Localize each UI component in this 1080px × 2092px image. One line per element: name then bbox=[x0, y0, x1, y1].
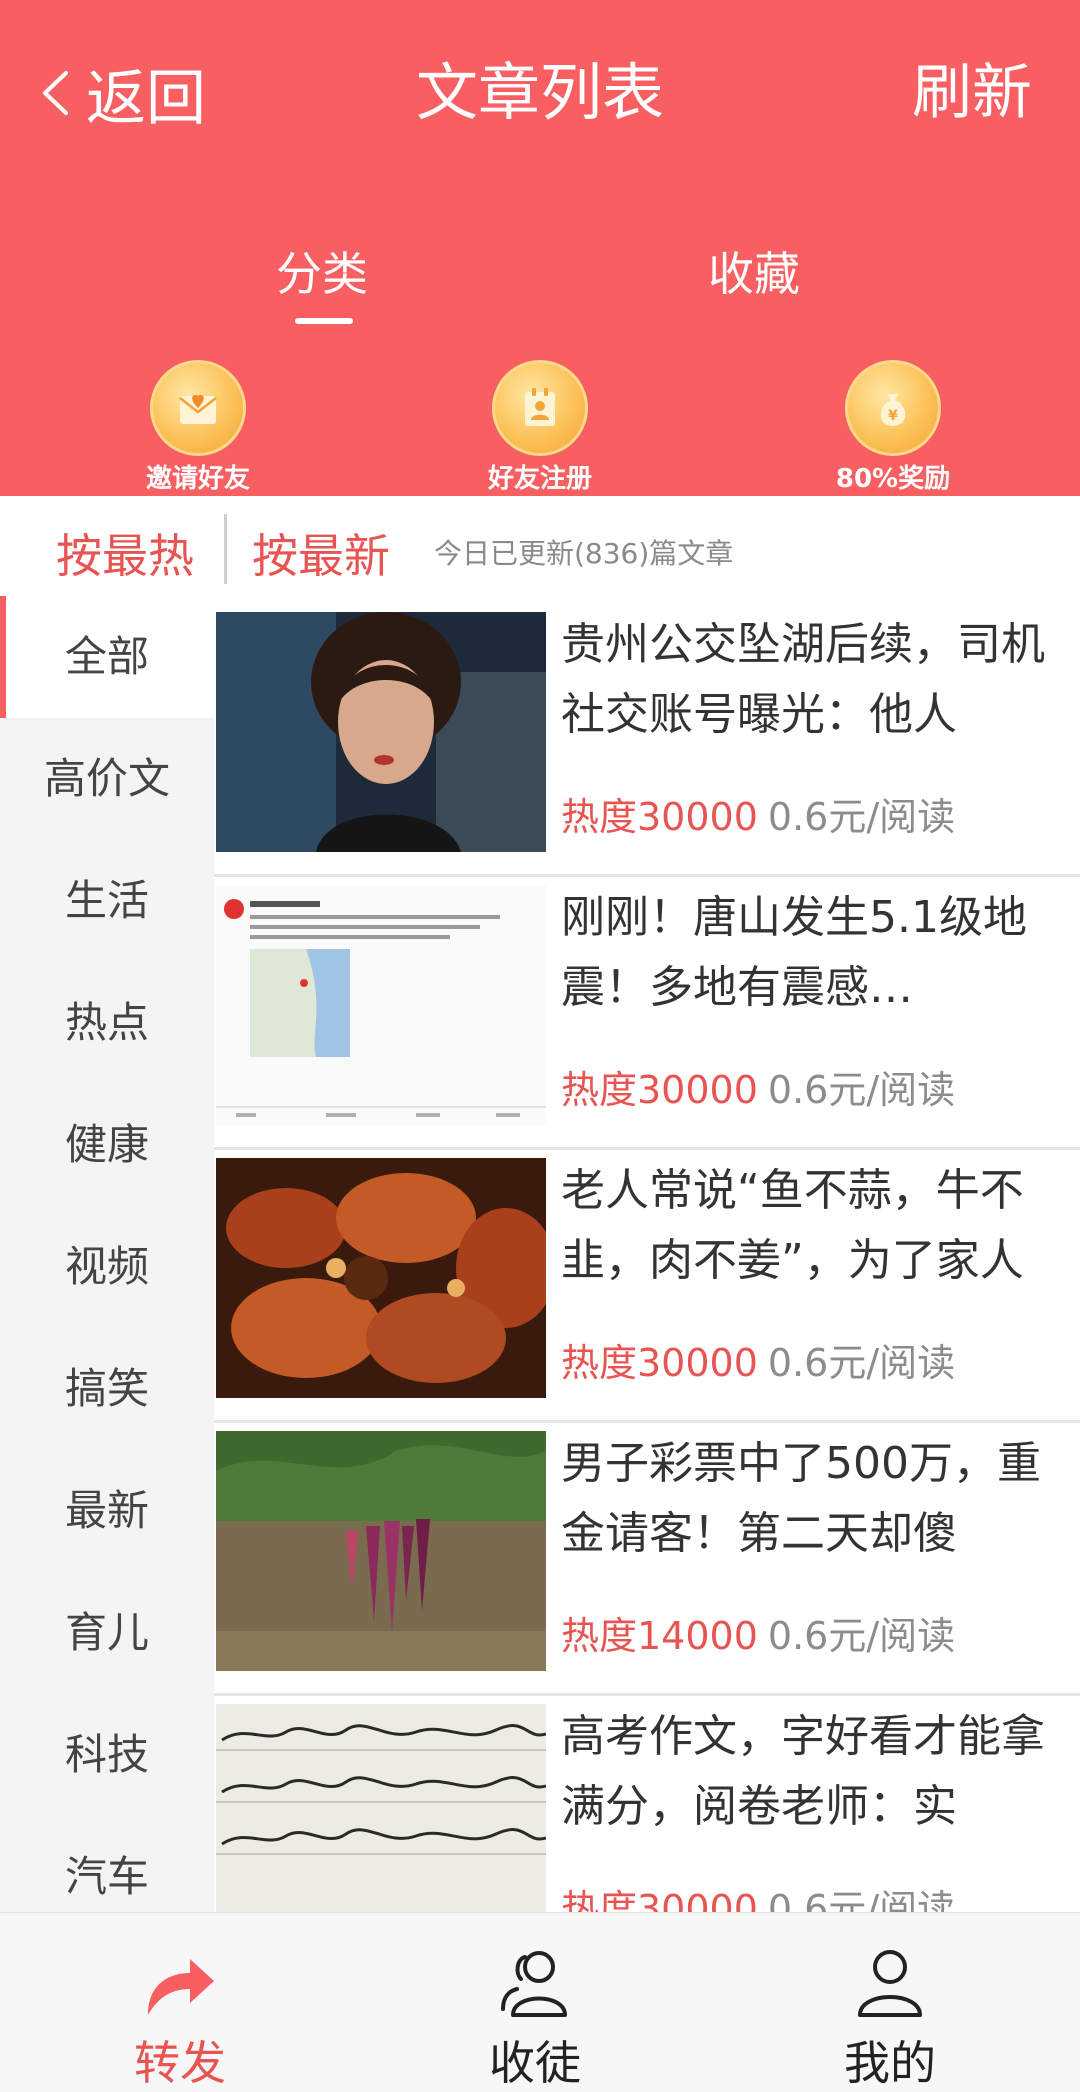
back-button[interactable]: 返回 bbox=[40, 50, 206, 136]
price-per-read: 0.6元/阅读 bbox=[767, 1614, 956, 1658]
article-thumbnail bbox=[216, 885, 546, 1125]
category-funny[interactable]: 搞笑 bbox=[0, 1328, 214, 1450]
promo-label: 邀请好友 bbox=[145, 464, 250, 494]
article-meta: 热度30000 0.6元/阅读 bbox=[561, 1059, 955, 1114]
bottom-nav: 转发 收徒 我的 bbox=[0, 1912, 1080, 2092]
users-icon bbox=[495, 1943, 575, 2023]
sort-divider bbox=[224, 514, 227, 584]
money-bag-icon: ¥ bbox=[845, 360, 941, 456]
app-header: 返回 文章列表 刷新 bbox=[0, 0, 1080, 174]
article-title: 男子彩票中了500万，重金请客！第二天却傻 bbox=[561, 1438, 1041, 1559]
heat-value: 热度30000 bbox=[561, 1068, 758, 1112]
article-thumbnail bbox=[216, 1158, 546, 1398]
article-title: 高考作文，字好看才能拿满分，阅卷老师：实 bbox=[561, 1711, 1045, 1832]
update-info: 今日已更新(836)篇文章 bbox=[434, 537, 734, 570]
heat-value: 热度30000 bbox=[561, 1887, 758, 1912]
article-meta: 热度30000 0.6元/阅读 bbox=[561, 1878, 955, 1912]
article-meta: 热度30000 0.6元/阅读 bbox=[561, 1332, 955, 1387]
price-per-read: 0.6元/阅读 bbox=[767, 1887, 956, 1912]
nav-label: 收徒 bbox=[489, 2036, 581, 2090]
price-per-read: 0.6元/阅读 bbox=[767, 795, 956, 839]
nav-recruit[interactable]: 收徒 bbox=[355, 1913, 715, 2092]
promo-friend-register[interactable]: 好友注册 bbox=[430, 360, 650, 496]
promo-label: 好友注册 bbox=[487, 464, 592, 494]
nav-label: 转发 bbox=[134, 2036, 226, 2090]
category-video[interactable]: 视频 bbox=[0, 1206, 214, 1328]
promo-banner: 邀请好友 好友注册 ¥ 80%奖励 bbox=[0, 350, 1080, 496]
tab-category[interactable]: 分类 bbox=[276, 238, 368, 304]
heat-value: 热度30000 bbox=[561, 1341, 758, 1385]
braised-pork-trotters-photo bbox=[216, 1158, 546, 1398]
article-meta: 热度30000 0.6元/阅读 bbox=[561, 786, 955, 841]
article-item[interactable]: 男子彩票中了500万，重金请客！第二天却傻 热度14000 0.6元/阅读 bbox=[214, 1423, 1080, 1696]
article-title: 贵州公交坠湖后续，司机社交账号曝光：他人 bbox=[561, 619, 1045, 740]
tab-favorites[interactable]: 收藏 bbox=[708, 238, 800, 304]
refresh-button[interactable]: 刷新 bbox=[912, 50, 1032, 136]
invite-heart-icon bbox=[150, 360, 246, 456]
article-title: 老人常说“鱼不蒜，牛不韭，肉不姜”，为了家人 bbox=[561, 1165, 1024, 1286]
category-latest[interactable]: 最新 bbox=[0, 1450, 214, 1572]
category-hot[interactable]: 热点 bbox=[0, 962, 214, 1084]
category-sidebar: 全部 高价文 生活 热点 健康 视频 搞笑 最新 育儿 科技 汽车 bbox=[0, 596, 214, 1912]
back-label: 返回 bbox=[86, 63, 206, 134]
article-thumbnail bbox=[216, 1431, 546, 1671]
category-parenting[interactable]: 育儿 bbox=[0, 1572, 214, 1694]
weibo-earthquake-map-screenshot bbox=[216, 885, 546, 1125]
price-per-read: 0.6元/阅读 bbox=[767, 1068, 956, 1112]
article-thumbnail bbox=[216, 1704, 546, 1912]
category-auto[interactable]: 汽车 bbox=[0, 1816, 214, 1912]
article-title: 刚刚！唐山发生5.1级地震！多地有震感… bbox=[561, 892, 1027, 1013]
heat-value: 热度14000 bbox=[561, 1614, 758, 1658]
article-item[interactable]: 贵州公交坠湖后续，司机社交账号曝光：他人 热度30000 0.6元/阅读 bbox=[214, 604, 1080, 877]
purple-carrots-photo bbox=[216, 1431, 546, 1671]
svg-text:¥: ¥ bbox=[888, 408, 898, 424]
user-register-icon bbox=[492, 360, 588, 456]
category-high-price[interactable]: 高价文 bbox=[0, 718, 214, 840]
sort-bar: 按最热 按最新 今日已更新(836)篇文章 bbox=[0, 496, 1080, 604]
article-thumbnail bbox=[216, 612, 546, 852]
user-icon bbox=[850, 1943, 930, 2023]
handwriting-essay-photo bbox=[216, 1704, 546, 1912]
chevron-left-icon bbox=[43, 71, 68, 115]
promo-label: 80%奖励 bbox=[835, 464, 951, 494]
article-list: 贵州公交坠湖后续，司机社交账号曝光：他人 热度30000 0.6元/阅读 刚刚！… bbox=[214, 604, 1080, 1912]
share-arrow-icon bbox=[140, 1943, 220, 2023]
nav-label: 我的 bbox=[844, 2036, 936, 2090]
category-tech[interactable]: 科技 bbox=[0, 1694, 214, 1816]
woman-portrait-photo bbox=[216, 612, 546, 852]
category-all[interactable]: 全部 bbox=[0, 596, 214, 718]
nav-share[interactable]: 转发 bbox=[0, 1913, 360, 2092]
category-health[interactable]: 健康 bbox=[0, 1084, 214, 1206]
promo-invite-friends[interactable]: 邀请好友 bbox=[88, 360, 308, 496]
active-tab-indicator bbox=[295, 318, 353, 324]
sort-by-hot-button[interactable]: 按最热 bbox=[56, 520, 194, 586]
sort-by-new-button[interactable]: 按最新 bbox=[252, 520, 390, 586]
article-item[interactable]: 刚刚！唐山发生5.1级地震！多地有震感… 热度30000 0.6元/阅读 bbox=[214, 877, 1080, 1150]
tab-bar: 分类 收藏 bbox=[0, 174, 1080, 350]
category-life[interactable]: 生活 bbox=[0, 840, 214, 962]
promo-reward[interactable]: ¥ 80%奖励 bbox=[783, 360, 1003, 496]
heat-value: 热度30000 bbox=[561, 795, 758, 839]
nav-mine[interactable]: 我的 bbox=[710, 1913, 1070, 2092]
price-per-read: 0.6元/阅读 bbox=[767, 1341, 956, 1385]
article-item[interactable]: 老人常说“鱼不蒜，牛不韭，肉不姜”，为了家人 热度30000 0.6元/阅读 bbox=[214, 1150, 1080, 1423]
article-meta: 热度14000 0.6元/阅读 bbox=[561, 1605, 955, 1660]
article-item[interactable]: 高考作文，字好看才能拿满分，阅卷老师：实 热度30000 0.6元/阅读 bbox=[214, 1696, 1080, 1912]
